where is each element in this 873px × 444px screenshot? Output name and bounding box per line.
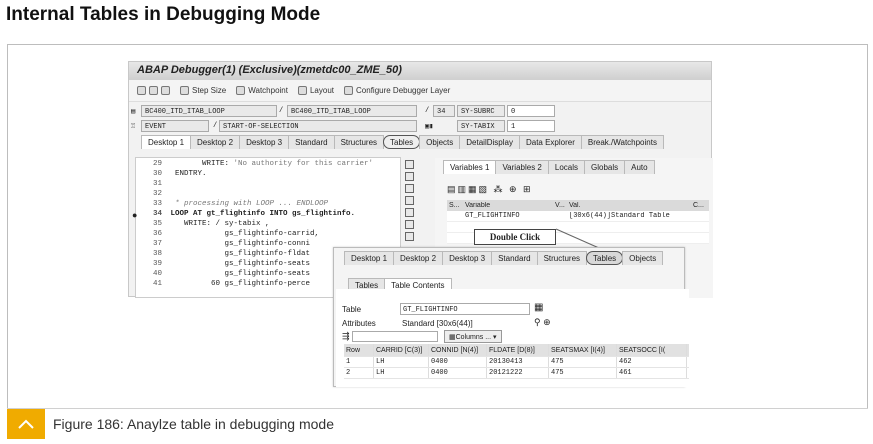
filter-icon[interactable]: ⇶ [342,331,350,342]
layout-button[interactable]: Layout [297,86,334,95]
tab-desktop-2[interactable]: Desktop 2 [190,135,241,149]
tab-standard[interactable]: Standard [491,251,538,265]
tab-objects[interactable]: Objects [419,135,461,149]
detail-icon[interactable]: ▣▮ [425,122,433,131]
event-name-field: START-OF-SELECTION [219,120,417,132]
tab-desktop-1[interactable]: Desktop 1 [141,135,192,149]
return-icon[interactable] [161,86,170,95]
tab-structures[interactable]: Structures [536,251,588,265]
event-field: EVENT [141,120,209,132]
tab-desktop-3[interactable]: Desktop 3 [442,251,493,265]
tab-variables-1[interactable]: Variables 1 [443,160,497,174]
variable-toolbar-icons[interactable]: ▤▥▦▧ ⁂ ⊕ ⊞ [447,184,533,195]
breakpoint-icon[interactable]: ● [132,210,137,220]
variable-row[interactable]: GT_FLIGHTINFO [30x6(44)]Standard Table [447,211,709,222]
filter-input[interactable] [352,331,438,342]
tab-standard[interactable]: Standard [288,135,335,149]
table-row[interactable]: 2 LH 0400 20121222 475 461 [344,368,689,379]
table-header-row: Row CARRID [C(3)] CONNID [N(4)] FLDATE [… [344,344,689,357]
close-icon[interactable] [405,160,414,169]
page-heading: Internal Tables in Debugging Mode [6,4,321,25]
table-contents-grid: Row CARRID [C(3)] CONNID [N(4)] FLDATE [… [344,344,689,379]
step-size-icon [180,86,189,95]
sy-tabix-label: SY-TABIX [457,120,505,132]
tab-locals[interactable]: Locals [547,160,585,174]
attributes-label: Attributes [342,319,376,328]
watchpoint-button[interactable]: Watchpoint [236,86,288,95]
step-icons[interactable] [137,86,170,95]
event-row: ♖ EVENT / START-OF-SELECTION ▣▮ SY-TABIX… [129,119,711,133]
program-icon: ▤ [131,108,136,116]
sy-tabix-value: 1 [507,120,555,132]
desktop-tabs: Desktop 1 Desktop 2 Desktop 3 Standard S… [141,135,664,149]
tab-desktop-3[interactable]: Desktop 3 [239,135,290,149]
new-window-icon[interactable] [405,172,414,181]
tab-data-explorer[interactable]: Data Explorer [518,135,582,149]
code-line: 32 [152,190,162,198]
event-icon: ♖ [131,123,136,131]
grid-icon[interactable]: ▦ [534,302,543,313]
watchpoint-icon [236,86,246,95]
list-icon[interactable] [405,208,414,217]
program-field: BC400_ITD_ITAB_LOOP [141,105,277,117]
code-line: 30 ENDTRY. [152,170,207,178]
current-code-line: 34 LOOP AT gt_flightinfo INTO gs_flighti… [152,210,356,218]
chevron-up-icon [18,419,34,429]
table-label: Table [342,305,362,314]
tab-structures[interactable]: Structures [333,135,385,149]
configure-icon [344,86,354,95]
code-line: 40 gs_flightinfo-seats [152,270,311,278]
include-field: BC400_ITD_ITAB_LOOP [287,105,417,117]
code-line: 31 [152,180,162,188]
collapse-caption-button[interactable] [7,409,45,439]
attributes-value: Standard [30x6(44)] [402,319,473,328]
code-line: 37 gs_flightinfo-conni [152,240,311,248]
code-line: 36 gs_flightinfo-carrid, [152,230,320,238]
tree-icon[interactable] [405,184,414,193]
tab-desktop-2[interactable]: Desktop 2 [393,251,444,265]
tab-auto[interactable]: Auto [624,160,655,174]
table-row[interactable]: 1 LH 0400 20130413 475 462 [344,357,689,368]
layout-icon [297,86,307,95]
step-into-icon[interactable] [137,86,146,95]
columns-icon: ▦ [449,334,456,341]
tab-variables-2[interactable]: Variables 2 [495,160,549,174]
code-line: 41 60 gs_flightinfo-perce [152,280,311,288]
tab-objects[interactable]: Objects [622,251,664,265]
table-name-field[interactable]: GT_FLIGHTINFO [400,303,530,315]
step-over-icon[interactable] [149,86,158,95]
attribute-tools-icon[interactable]: ⚲ ⊕ [534,317,551,328]
debugger-toolbar: Step Size Watchpoint Layout Configure De… [129,80,711,102]
double-click-callout: Double Click [474,229,556,245]
editor-tool-icons [403,157,417,257]
tab-globals[interactable]: Globals [584,160,626,174]
settings-icon[interactable] [405,232,414,241]
sy-subrc-label: SY-SUBRC [457,105,505,117]
tab-tables[interactable]: Tables [383,135,421,149]
code-line: 29 WRITE: 'No authority for this carrier… [152,160,374,168]
code-line: 38 gs_flightinfo-fldat [152,250,311,258]
code-line: 39 gs_flightinfo-seats [152,260,311,268]
search-icon[interactable] [405,220,414,229]
table-view-tabs: Desktop 1 Desktop 2 Desktop 3 Standard S… [344,251,664,265]
figure-caption-bar: Figure 186: Anaylze table in debugging m… [7,408,868,439]
code-line: 33 * processing with LOOP ... ENDLOOP [152,200,329,208]
figure-caption: Figure 186: Anaylze table in debugging m… [53,416,334,432]
tab-tables[interactable]: Tables [586,251,624,265]
configure-layer-button[interactable]: Configure Debugger Layer [344,86,450,95]
program-row: ▤ BC400_ITD_ITAB_LOOP / BC400_ITD_ITAB_L… [129,104,711,118]
line-field: 34 [433,105,455,117]
tab-break-watchpoints[interactable]: Break./Watchpoints [580,135,664,149]
debugger-title: ABAP Debugger(1) (Exclusive)(zmetdc00_ZM… [129,62,711,80]
maximize-icon[interactable] [405,196,414,205]
sy-subrc-value: 0 [507,105,555,117]
code-line: 35 WRITE: / sy-tabix , [152,220,270,228]
tab-desktop-1[interactable]: Desktop 1 [344,251,395,265]
variable-tabs: Variables 1 Variables 2 Locals Globals A… [443,160,655,174]
columns-button[interactable]: ▦Columns ... ▾ [444,330,502,343]
tab-detail-display[interactable]: DetailDisplay [459,135,520,149]
step-size-button[interactable]: Step Size [180,86,226,95]
